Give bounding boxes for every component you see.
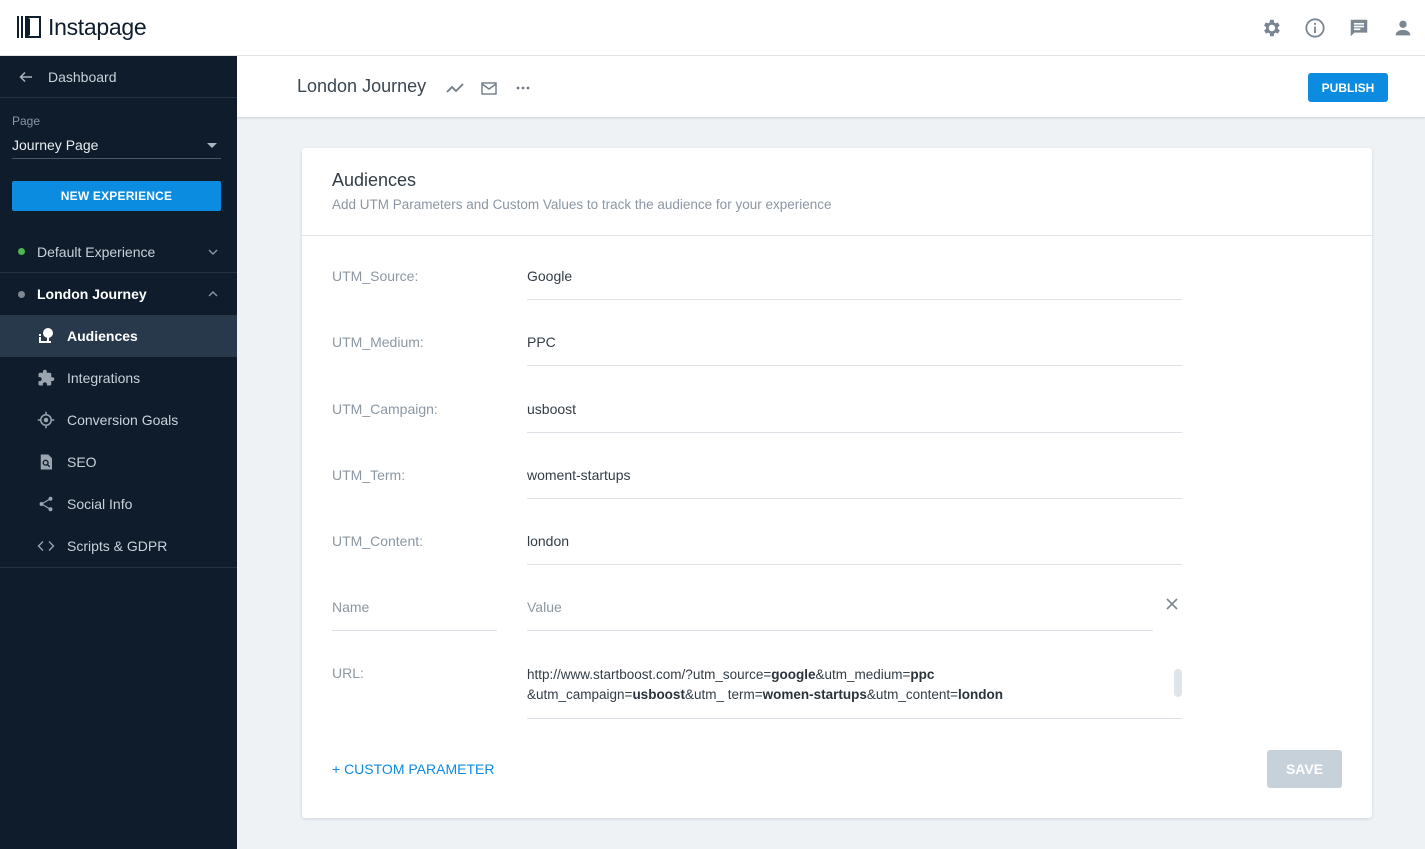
page-header: London Journey PUBLISH — [237, 56, 1425, 118]
page-select-label: Page — [12, 114, 41, 128]
dashboard-label: Dashboard — [48, 68, 117, 85]
chat-icon — [1350, 19, 1368, 37]
page-select[interactable]: Journey Page — [12, 132, 221, 159]
experience-name: London Journey — [37, 286, 147, 302]
sidebar-item-audiences[interactable]: Audiences — [0, 315, 237, 357]
field-label: UTM_Medium: — [332, 334, 424, 350]
logo[interactable]: Instapage — [16, 12, 147, 42]
experience-london-journey[interactable]: London Journey — [0, 273, 237, 315]
more-horizontal-icon — [516, 86, 530, 90]
status-dot — [18, 248, 25, 255]
url-segment: &utm_medium= — [815, 667, 911, 682]
status-dot — [18, 290, 25, 298]
nav-label: Conversion Goals — [67, 412, 179, 428]
url-param-value: women-startups — [762, 687, 867, 702]
analytics-button[interactable] — [445, 78, 465, 98]
url-param-value: ppc — [910, 667, 935, 682]
nav-label: Scripts & GDPR — [67, 538, 168, 554]
nav-label: SEO — [67, 454, 97, 470]
sidebar-divider — [0, 567, 237, 568]
puzzle-icon — [37, 369, 55, 387]
custom-value-input[interactable]: Value — [527, 599, 1153, 631]
target-icon — [37, 411, 55, 429]
code-icon — [37, 537, 55, 555]
trend-icon — [446, 83, 464, 93]
url-segment: &utm_ term= — [684, 687, 763, 702]
close-icon[interactable] — [1165, 597, 1179, 611]
generated-url[interactable]: http://www.startboost.com/?utm_source=go… — [527, 665, 1182, 719]
back-to-dashboard-link[interactable]: Dashboard — [0, 56, 237, 98]
url-segment: http://www.startboost.com/?utm_source= — [527, 667, 772, 682]
sidebar-item-seo[interactable]: SEO — [0, 441, 237, 483]
user-icon — [1395, 20, 1411, 36]
share-icon — [37, 495, 55, 513]
save-button[interactable]: SAVE — [1267, 750, 1342, 788]
sidebar-item-scripts-gdpr[interactable]: Scripts & GDPR — [0, 525, 237, 567]
experience-name: Default Experience — [37, 243, 156, 260]
audiences-icon — [37, 327, 55, 345]
field-label: UTM_Campaign: — [332, 401, 438, 417]
account-button[interactable] — [1381, 14, 1425, 42]
url-param-value: usboost — [632, 687, 685, 702]
field-label: UTM_Term: — [332, 467, 406, 483]
gear-icon — [1264, 19, 1280, 37]
audiences-card: Audiences Add UTM Parameters and Custom … — [302, 148, 1372, 818]
new-experience-button[interactable]: NEW EXPERIENCE — [12, 181, 221, 211]
seo-icon — [37, 453, 55, 471]
email-button[interactable] — [479, 78, 499, 98]
url-segment: &utm_campaign= — [527, 687, 633, 702]
experience-default[interactable]: Default Experience — [0, 231, 237, 273]
nav-label: Audiences — [67, 328, 138, 344]
sidebar: Dashboard Page Journey Page NEW EXPERIEN… — [0, 56, 237, 849]
url-text: http://www.startboost.com/?utm_source=go… — [527, 665, 1162, 705]
logo-mark-icon — [17, 16, 41, 38]
add-custom-parameter-button[interactable]: + CUSTOM PARAMETER — [332, 761, 494, 777]
url-param-value: google — [771, 667, 816, 682]
utm-campaign-input[interactable]: usboost — [527, 401, 1182, 433]
field-label: UTM_Content: — [332, 533, 424, 549]
card-title: Audiences — [332, 170, 417, 190]
info-button[interactable] — [1293, 14, 1337, 42]
more-options-button[interactable] — [513, 78, 533, 98]
sidebar-item-social-info[interactable]: Social Info — [0, 483, 237, 525]
experience-title: London Journey — [297, 76, 427, 96]
mail-icon — [481, 81, 497, 95]
utm-source-input[interactable]: Google — [527, 268, 1182, 300]
utm-term-input[interactable]: woment-startups — [527, 467, 1182, 499]
settings-button[interactable] — [1249, 14, 1293, 42]
url-segment: &utm_content= — [866, 687, 959, 702]
chevron-up-icon — [208, 291, 218, 297]
url-param-value: london — [958, 687, 1004, 702]
utm-medium-input[interactable]: PPC — [527, 334, 1182, 366]
sidebar-item-conversion-goals[interactable]: Conversion Goals — [0, 399, 237, 441]
url-label: URL: — [332, 665, 364, 681]
logo-text: Instapage — [48, 13, 147, 40]
nav-label: Social Info — [67, 496, 133, 512]
custom-name-input[interactable]: Name — [332, 599, 497, 631]
chat-button[interactable] — [1337, 14, 1381, 42]
chevron-down-icon — [208, 249, 218, 255]
caret-down-icon — [207, 142, 217, 148]
page-select-value: Journey Page — [12, 137, 99, 153]
info-icon — [1305, 18, 1325, 38]
nav-label: Integrations — [67, 370, 141, 386]
top-bar: Instapage — [0, 0, 1425, 56]
arrow-left-icon — [19, 71, 32, 82]
card-subtitle: Add UTM Parameters and Custom Values to … — [332, 197, 832, 212]
sidebar-item-integrations[interactable]: Integrations — [0, 357, 237, 399]
field-label: UTM_Source: — [332, 268, 419, 284]
utm-content-input[interactable]: london — [527, 533, 1182, 565]
publish-button[interactable]: PUBLISH — [1308, 73, 1388, 102]
url-scrollbar[interactable] — [1174, 669, 1182, 697]
